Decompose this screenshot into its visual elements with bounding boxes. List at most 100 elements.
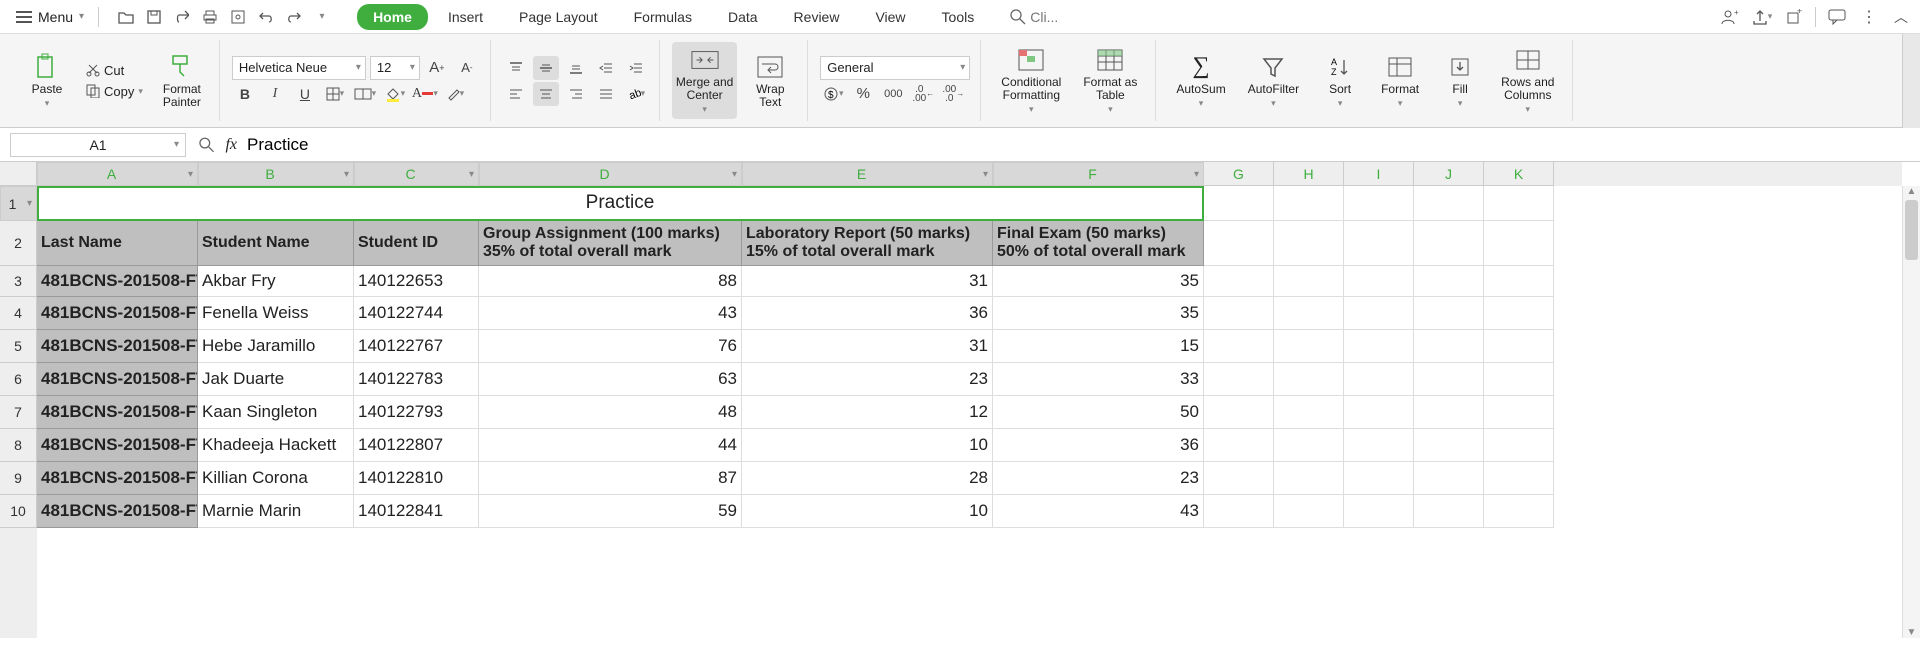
col-header-F[interactable]: F xyxy=(993,162,1204,186)
cell[interactable]: 23 xyxy=(742,363,993,396)
cell[interactable] xyxy=(1484,429,1554,462)
scroll-up-icon[interactable]: ▲ xyxy=(1903,186,1920,197)
tab-insert[interactable]: Insert xyxy=(432,4,499,30)
cell[interactable] xyxy=(1344,396,1414,429)
font-size-select[interactable]: 12 xyxy=(370,56,420,80)
tab-page-layout[interactable]: Page Layout xyxy=(503,4,614,30)
cell[interactable]: 48 xyxy=(479,396,742,429)
copy-button[interactable]: Copy xyxy=(80,82,149,101)
formula-input[interactable] xyxy=(247,135,1910,155)
tab-view[interactable]: View xyxy=(859,4,921,30)
cell[interactable]: 481BCNS-201508-FT xyxy=(37,297,198,330)
cell[interactable] xyxy=(1484,221,1554,266)
cell[interactable]: 10 xyxy=(742,429,993,462)
cell[interactable] xyxy=(1204,363,1274,396)
row-header-7[interactable]: 7 xyxy=(0,396,37,429)
increase-indent-icon[interactable] xyxy=(623,56,649,80)
user-add-icon[interactable]: + xyxy=(1719,6,1741,28)
row-header-10[interactable]: 10 xyxy=(0,495,37,528)
cell[interactable] xyxy=(1344,266,1414,297)
search-box[interactable] xyxy=(1010,9,1070,25)
paste-button[interactable]: Paste xyxy=(20,49,74,113)
scroll-down-icon[interactable]: ▼ xyxy=(1903,627,1920,638)
format-as-table-button[interactable]: Format as Table xyxy=(1075,42,1145,119)
cell[interactable]: 59 xyxy=(479,495,742,528)
row-header-1[interactable]: 1 xyxy=(0,186,37,221)
header-cell[interactable]: Last Name xyxy=(37,221,198,266)
increase-font-icon[interactable]: A+ xyxy=(424,56,450,80)
header-cell[interactable]: Laboratory Report (50 marks)15% of total… xyxy=(742,221,993,266)
row-header-8[interactable]: 8 xyxy=(0,429,37,462)
cell[interactable] xyxy=(1274,297,1344,330)
row-header-3[interactable]: 3 xyxy=(0,266,37,297)
cell[interactable]: Practice xyxy=(37,186,1204,221)
cell[interactable]: 43 xyxy=(479,297,742,330)
decrease-font-icon[interactable]: A- xyxy=(454,56,480,80)
cell[interactable]: 140122841 xyxy=(354,495,479,528)
align-center-icon[interactable] xyxy=(533,82,559,106)
cell[interactable] xyxy=(1414,363,1484,396)
format-button[interactable]: Format xyxy=(1373,49,1427,113)
cell[interactable] xyxy=(1484,297,1554,330)
header-cell[interactable]: Student ID xyxy=(354,221,479,266)
cell[interactable] xyxy=(1414,429,1484,462)
more-icon[interactable]: ⋮ xyxy=(1858,6,1880,28)
cell[interactable] xyxy=(1414,221,1484,266)
cell[interactable] xyxy=(1414,396,1484,429)
cell[interactable]: 140122807 xyxy=(354,429,479,462)
qat-more-icon[interactable]: ▾ xyxy=(311,6,333,28)
italic-button[interactable]: I xyxy=(262,82,288,106)
cell[interactable] xyxy=(1414,462,1484,495)
cell[interactable] xyxy=(1484,266,1554,297)
cell[interactable] xyxy=(1274,330,1344,363)
preview-icon[interactable] xyxy=(227,6,249,28)
cell[interactable]: 481BCNS-201508-FT xyxy=(37,396,198,429)
menu-button[interactable]: Menu ▾ xyxy=(8,5,92,29)
cell[interactable]: 140122793 xyxy=(354,396,479,429)
cell[interactable]: 481BCNS-201508-FT xyxy=(37,495,198,528)
header-cell[interactable]: Final Exam (50 marks)50% of total overal… xyxy=(993,221,1204,266)
border-button[interactable] xyxy=(322,82,348,106)
cell[interactable]: Akbar Fry xyxy=(198,266,354,297)
cell[interactable] xyxy=(1344,495,1414,528)
merge-center-button[interactable]: Merge and Center xyxy=(672,42,737,119)
cell[interactable] xyxy=(1484,330,1554,363)
cell[interactable]: 481BCNS-201508-FT xyxy=(37,266,198,297)
cell[interactable] xyxy=(1274,186,1344,221)
share-icon[interactable] xyxy=(171,6,193,28)
undo-icon[interactable] xyxy=(255,6,277,28)
cell[interactable] xyxy=(1484,186,1554,221)
autosum-button[interactable]: ∑ AutoSum xyxy=(1168,49,1233,113)
cell[interactable]: 140122653 xyxy=(354,266,479,297)
cell[interactable]: 63 xyxy=(479,363,742,396)
add-panel-icon[interactable]: + xyxy=(1783,6,1805,28)
clear-format-button[interactable] xyxy=(442,82,468,106)
cell[interactable]: 44 xyxy=(479,429,742,462)
cell[interactable] xyxy=(1344,363,1414,396)
align-top-icon[interactable] xyxy=(503,56,529,80)
cell[interactable]: Fenella Weiss xyxy=(198,297,354,330)
name-box[interactable]: A1 xyxy=(10,133,186,157)
cell[interactable]: Marnie Marin xyxy=(198,495,354,528)
collapse-ribbon-icon[interactable]: ︿ xyxy=(1890,6,1912,28)
row-header-4[interactable]: 4 xyxy=(0,297,37,330)
col-header-B[interactable]: B xyxy=(198,162,354,186)
increase-decimal-icon[interactable]: .00.0→ xyxy=(940,82,966,106)
cell[interactable]: Killian Corona xyxy=(198,462,354,495)
decrease-indent-icon[interactable] xyxy=(593,56,619,80)
cell[interactable] xyxy=(1274,363,1344,396)
cell[interactable]: 36 xyxy=(993,429,1204,462)
cell[interactable]: Kaan Singleton xyxy=(198,396,354,429)
cell[interactable]: Jak Duarte xyxy=(198,363,354,396)
cell[interactable]: 140122783 xyxy=(354,363,479,396)
cell[interactable]: Khadeeja Hackett xyxy=(198,429,354,462)
cell[interactable] xyxy=(1274,495,1344,528)
print-icon[interactable] xyxy=(199,6,221,28)
cell[interactable] xyxy=(1414,495,1484,528)
cell[interactable]: 28 xyxy=(742,462,993,495)
col-header-A[interactable]: A xyxy=(37,162,198,186)
cell[interactable] xyxy=(1484,363,1554,396)
tab-review[interactable]: Review xyxy=(778,4,856,30)
col-header-D[interactable]: D xyxy=(479,162,742,186)
autofilter-button[interactable]: AutoFilter xyxy=(1240,49,1307,113)
